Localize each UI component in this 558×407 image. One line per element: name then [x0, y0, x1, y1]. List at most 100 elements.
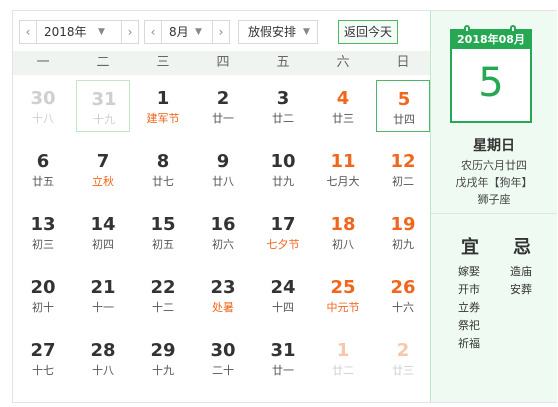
- day-number: 1: [336, 340, 350, 361]
- day-grid: 30 十八 31 十九 1 建军节 2 廿一 3 廿二 4 廿三 5 廿四 6 廿五 7 立秋 8 廿七 9 廿八 10 廿九…: [13, 75, 430, 402]
- chevron-down-icon: ▼: [303, 27, 310, 37]
- day-number: 29: [150, 340, 176, 361]
- day-cell[interactable]: 12 初二: [376, 143, 430, 195]
- next-month-button[interactable]: ›: [213, 21, 229, 43]
- day-cell[interactable]: 8 廿七: [136, 143, 190, 195]
- weekday-label: 五: [276, 55, 290, 70]
- day-cell[interactable]: 30 十八: [16, 80, 70, 132]
- day-cell[interactable]: 1 廿二: [316, 332, 370, 384]
- lunar-label: 十九: [152, 364, 174, 377]
- day-cell[interactable]: 18 初八: [316, 206, 370, 258]
- weekday-label: 四: [216, 55, 230, 70]
- month-value[interactable]: 8月: [169, 21, 189, 43]
- ji-title: 忌: [513, 237, 531, 258]
- day-number: 25: [330, 277, 356, 298]
- lunar-label: 建军节: [146, 112, 180, 125]
- day-cell[interactable]: 1 建军节: [136, 80, 190, 132]
- day-cell[interactable]: 10 廿九: [256, 143, 310, 195]
- next-year-button[interactable]: ›: [122, 21, 138, 43]
- day-cell[interactable]: 20 初十: [16, 269, 70, 321]
- day-cell[interactable]: 2 廿一: [196, 80, 250, 132]
- day-cell[interactable]: 17 七夕节: [256, 206, 310, 258]
- day-cell[interactable]: 23 处暑: [196, 269, 250, 321]
- lunar-label: 初四: [92, 238, 114, 251]
- day-number: 17: [270, 214, 296, 235]
- day-cell[interactable]: 24 十四: [256, 269, 310, 321]
- day-number: 3: [276, 88, 290, 109]
- day-cell[interactable]: 3 廿二: [256, 80, 310, 132]
- day-cell[interactable]: 21 十一: [76, 269, 130, 321]
- day-cell[interactable]: 15 初五: [136, 206, 190, 258]
- chevron-down-icon[interactable]: ▼: [195, 21, 202, 43]
- day-number: 1: [156, 88, 170, 109]
- day-cell[interactable]: 25 中元节: [316, 269, 370, 321]
- back-to-today-button[interactable]: 返回今天: [338, 20, 398, 44]
- lunar-label: 初三: [32, 238, 54, 251]
- yi-item: 嫁娶: [458, 265, 480, 278]
- weekday-label: 二: [96, 55, 110, 70]
- day-number: 20: [30, 277, 56, 298]
- panel-divider: [431, 213, 557, 214]
- lunar-label: 十一: [92, 301, 114, 314]
- day-number: 18: [330, 214, 356, 235]
- day-cell[interactable]: 26 十六: [376, 269, 430, 321]
- lunar-label: 廿七: [152, 175, 174, 188]
- month-selector: ‹ 8月 ▼ ›: [144, 20, 230, 44]
- year-selector: ‹ 2018年 ▼ ›: [19, 20, 139, 44]
- lunar-label: 十八: [32, 112, 54, 125]
- day-cell[interactable]: 22 十二: [136, 269, 190, 321]
- day-number: 11: [330, 151, 356, 172]
- lunar-label: 初二: [392, 175, 414, 188]
- day-number: 7: [96, 151, 110, 172]
- day-cell[interactable]: 28 十八: [76, 332, 130, 384]
- day-number: 10: [270, 151, 296, 172]
- day-cell[interactable]: 19 初九: [376, 206, 430, 258]
- lunar-label: 廿二: [332, 364, 354, 377]
- weekday-header: 一 二 三 四 五 六 日: [13, 51, 430, 75]
- selected-day-number: 5: [478, 60, 504, 106]
- lunar-label: 廿一: [272, 364, 294, 377]
- day-cell[interactable]: 27 十七: [16, 332, 70, 384]
- day-number: 22: [150, 277, 176, 298]
- day-cell-selected[interactable]: 5 廿四: [376, 80, 430, 132]
- day-number: 4: [336, 88, 350, 109]
- day-cell[interactable]: 2 廿三: [376, 332, 430, 384]
- day-cell[interactable]: 9 廿八: [196, 143, 250, 195]
- lunar-label: 二十: [212, 364, 234, 377]
- day-cell[interactable]: 13 初三: [16, 206, 70, 258]
- day-cell[interactable]: 7 立秋: [76, 143, 130, 195]
- weekday-label: 一: [36, 55, 50, 70]
- lunar-label: 初八: [332, 238, 354, 251]
- day-cell[interactable]: 31 廿一: [256, 332, 310, 384]
- day-cell[interactable]: 11 七月大: [316, 143, 370, 195]
- lunar-label: 初五: [152, 238, 174, 251]
- chevron-down-icon[interactable]: ▼: [98, 21, 105, 43]
- lunar-label: 廿三: [332, 112, 354, 125]
- lunar-label: 七夕节: [266, 238, 300, 251]
- day-number: 26: [390, 277, 416, 298]
- weekday-label: 日: [396, 55, 410, 70]
- selected-weekday: 星期日: [473, 138, 515, 154]
- holiday-selector[interactable]: 放假安排 ▼: [238, 20, 318, 44]
- lunar-label: 十四: [272, 301, 294, 314]
- day-cell[interactable]: 16 初六: [196, 206, 250, 258]
- day-number: 2: [216, 88, 230, 109]
- yi-item: 祈福: [458, 337, 480, 350]
- day-cell[interactable]: 4 廿三: [316, 80, 370, 132]
- lunar-label: 初六: [212, 238, 234, 251]
- day-cell[interactable]: 6 廿五: [16, 143, 70, 195]
- prev-year-button[interactable]: ‹: [20, 21, 36, 43]
- day-cell[interactable]: 29 十九: [136, 332, 190, 384]
- lunar-label: 廿九: [272, 175, 294, 188]
- day-cell[interactable]: 31 十九: [76, 80, 130, 132]
- day-number: 31: [270, 340, 296, 361]
- lunar-label: 廿三: [392, 364, 414, 377]
- day-cell[interactable]: 14 初四: [76, 206, 130, 258]
- day-number: 6: [36, 151, 50, 172]
- day-cell[interactable]: 30 二十: [196, 332, 250, 384]
- ji-item: 安葬: [510, 283, 532, 296]
- prev-month-button[interactable]: ‹: [145, 21, 161, 43]
- year-value[interactable]: 2018年: [44, 21, 87, 43]
- day-number: 15: [150, 214, 176, 235]
- day-number: 28: [90, 340, 116, 361]
